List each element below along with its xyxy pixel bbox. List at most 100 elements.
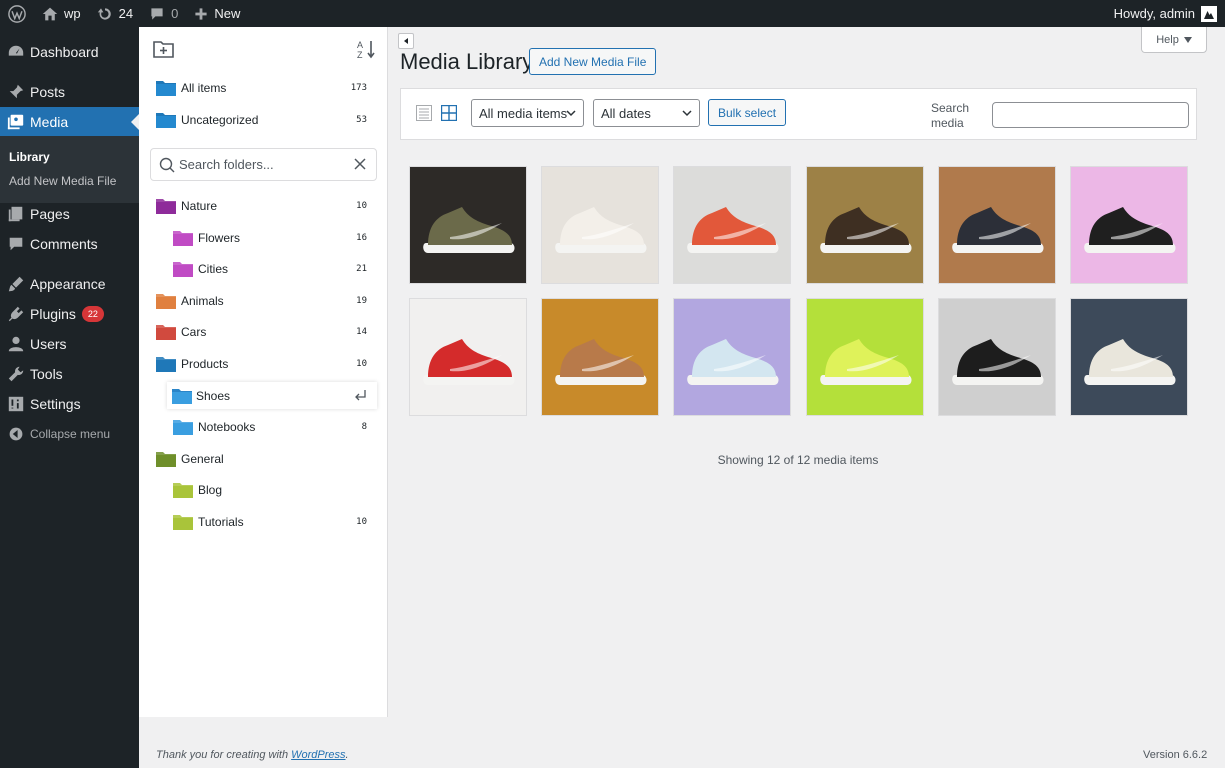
my-account[interactable]: Howdy, admin — [1114, 5, 1225, 22]
new-folder-icon[interactable] — [153, 39, 175, 62]
folder-general[interactable]: General — [156, 446, 388, 472]
menu-comments[interactable]: Comments — [0, 229, 139, 259]
caret-left-icon — [404, 38, 408, 44]
page-icon — [6, 204, 26, 224]
media-thumbnail[interactable] — [805, 298, 924, 416]
folder-label: Animals — [181, 294, 224, 308]
collapse-arrow-icon — [6, 424, 26, 444]
menu-label: Users — [30, 336, 67, 352]
media-thumbnail[interactable] — [937, 166, 1056, 284]
media-thumbnail[interactable] — [673, 166, 792, 284]
collapse-menu-button[interactable]: Collapse menu — [0, 419, 139, 449]
search-media-input[interactable] — [992, 102, 1189, 128]
media-thumbnail[interactable] — [1070, 298, 1188, 416]
folder-label: General — [181, 452, 224, 466]
new-content-link[interactable]: New — [186, 0, 248, 27]
footer-thanks-text: Thank you for creating with — [156, 749, 292, 761]
menu-dashboard[interactable]: Dashboard — [0, 37, 139, 67]
help-tab-button[interactable]: Help — [1141, 27, 1207, 53]
search-folders-field[interactable]: Search folders... — [150, 148, 377, 181]
folder-all-items[interactable]: All items 173 — [156, 75, 388, 101]
avatar — [1201, 5, 1217, 22]
folder-uncategorized[interactable]: Uncategorized 53 — [156, 107, 388, 133]
refresh-icon — [97, 7, 111, 20]
media-thumbnail[interactable] — [409, 166, 527, 284]
updates-link[interactable]: 24 — [89, 0, 141, 27]
list-view-icon[interactable] — [416, 105, 432, 124]
folder-label: Flowers — [198, 231, 241, 245]
folder-label: Products — [181, 357, 229, 371]
media-thumbnail[interactable] — [1070, 166, 1188, 284]
folder-nature[interactable]: Nature 10 — [156, 193, 388, 219]
media-thumbnail[interactable] — [541, 298, 660, 416]
bulk-select-button[interactable]: Bulk select — [708, 99, 787, 126]
sort-az-icon[interactable]: AZ — [357, 39, 377, 62]
comment-icon — [6, 234, 26, 254]
menu-label: Dashboard — [30, 44, 99, 60]
search-icon — [159, 157, 175, 172]
plugins-update-badge: 22 — [81, 306, 104, 322]
folder-tutorials[interactable]: Tutorials 10 — [173, 509, 388, 535]
menu-appearance[interactable]: Appearance — [0, 269, 139, 299]
menu-users[interactable]: Users — [0, 329, 139, 359]
media-thumbnail[interactable] — [805, 166, 924, 284]
menu-label: Posts — [30, 84, 66, 100]
media-type-filter[interactable]: All media items — [471, 99, 584, 127]
menu-plugins[interactable]: Plugins 22 — [0, 299, 139, 329]
new-label: New — [214, 6, 241, 21]
folder-count: 53 — [356, 115, 367, 125]
submenu-add-new-media-file[interactable]: Add New Media File — [9, 174, 116, 188]
submenu-library[interactable]: Library — [9, 150, 50, 164]
comment-icon — [151, 7, 163, 20]
folder-icon — [173, 420, 193, 435]
media-thumbnail[interactable] — [541, 166, 660, 284]
menu-label: Appearance — [30, 276, 106, 292]
menu-pages[interactable]: Pages — [0, 199, 139, 229]
add-new-media-button[interactable]: Add New Media File — [529, 48, 657, 75]
wordpress-logo-icon[interactable] — [0, 0, 34, 27]
menu-settings[interactable]: Settings — [0, 389, 139, 419]
menu-tools[interactable]: Tools — [0, 359, 139, 389]
folder-icon — [156, 199, 176, 214]
chevron-down-icon — [682, 110, 692, 117]
plus-icon — [195, 7, 207, 20]
menu-label: Comments — [30, 236, 98, 252]
clear-search-icon[interactable] — [353, 157, 367, 174]
grid-view-icon[interactable] — [440, 104, 458, 124]
folder-products[interactable]: Products 10 — [156, 351, 388, 377]
search-folders-placeholder: Search folders... — [179, 157, 274, 172]
rename-folder-input[interactable] — [196, 388, 346, 403]
dark-brown-sneaker-on-tan-image — [806, 167, 923, 283]
folder-count: 8 — [361, 422, 367, 432]
pastel-nike-sneaker-image — [674, 299, 791, 415]
folder-count: 14 — [356, 327, 367, 337]
folder-icon — [156, 325, 176, 340]
main-content: Media Library Add New Media File Help Al… — [389, 27, 1225, 768]
date-filter[interactable]: All dates — [593, 99, 700, 127]
red-jordan-sneaker-image — [410, 299, 526, 415]
enter-key-icon[interactable] — [353, 388, 367, 405]
folder-flowers[interactable]: Flowers 16 — [173, 225, 388, 251]
folder-blog[interactable]: Blog — [173, 477, 388, 503]
wordpress-link[interactable]: WordPress — [291, 749, 345, 761]
home-icon — [42, 7, 58, 20]
folder-notebooks[interactable]: Notebooks 8 — [173, 414, 388, 440]
wrench-icon — [6, 364, 26, 384]
comments-count: 0 — [171, 6, 179, 21]
folder-icon — [173, 515, 193, 530]
rename-folder-field[interactable] — [167, 382, 377, 409]
menu-posts[interactable]: Posts — [0, 77, 139, 107]
updates-count: 24 — [118, 6, 134, 21]
folder-animals[interactable]: Animals 19 — [156, 288, 388, 314]
comments-link[interactable]: 0 — [141, 0, 186, 27]
media-thumbnail[interactable] — [937, 298, 1056, 416]
media-thumbnail[interactable] — [673, 298, 792, 416]
folder-cities[interactable]: Cities 21 — [173, 256, 388, 282]
plugin-icon — [6, 304, 26, 324]
folder-icon — [173, 231, 193, 246]
folder-cars[interactable]: Cars 14 — [156, 319, 388, 345]
media-thumbnail[interactable] — [409, 298, 527, 416]
toggle-folder-panel-button[interactable] — [398, 33, 414, 49]
site-name-link[interactable]: wp — [34, 0, 89, 27]
menu-media[interactable]: Media — [0, 107, 139, 137]
